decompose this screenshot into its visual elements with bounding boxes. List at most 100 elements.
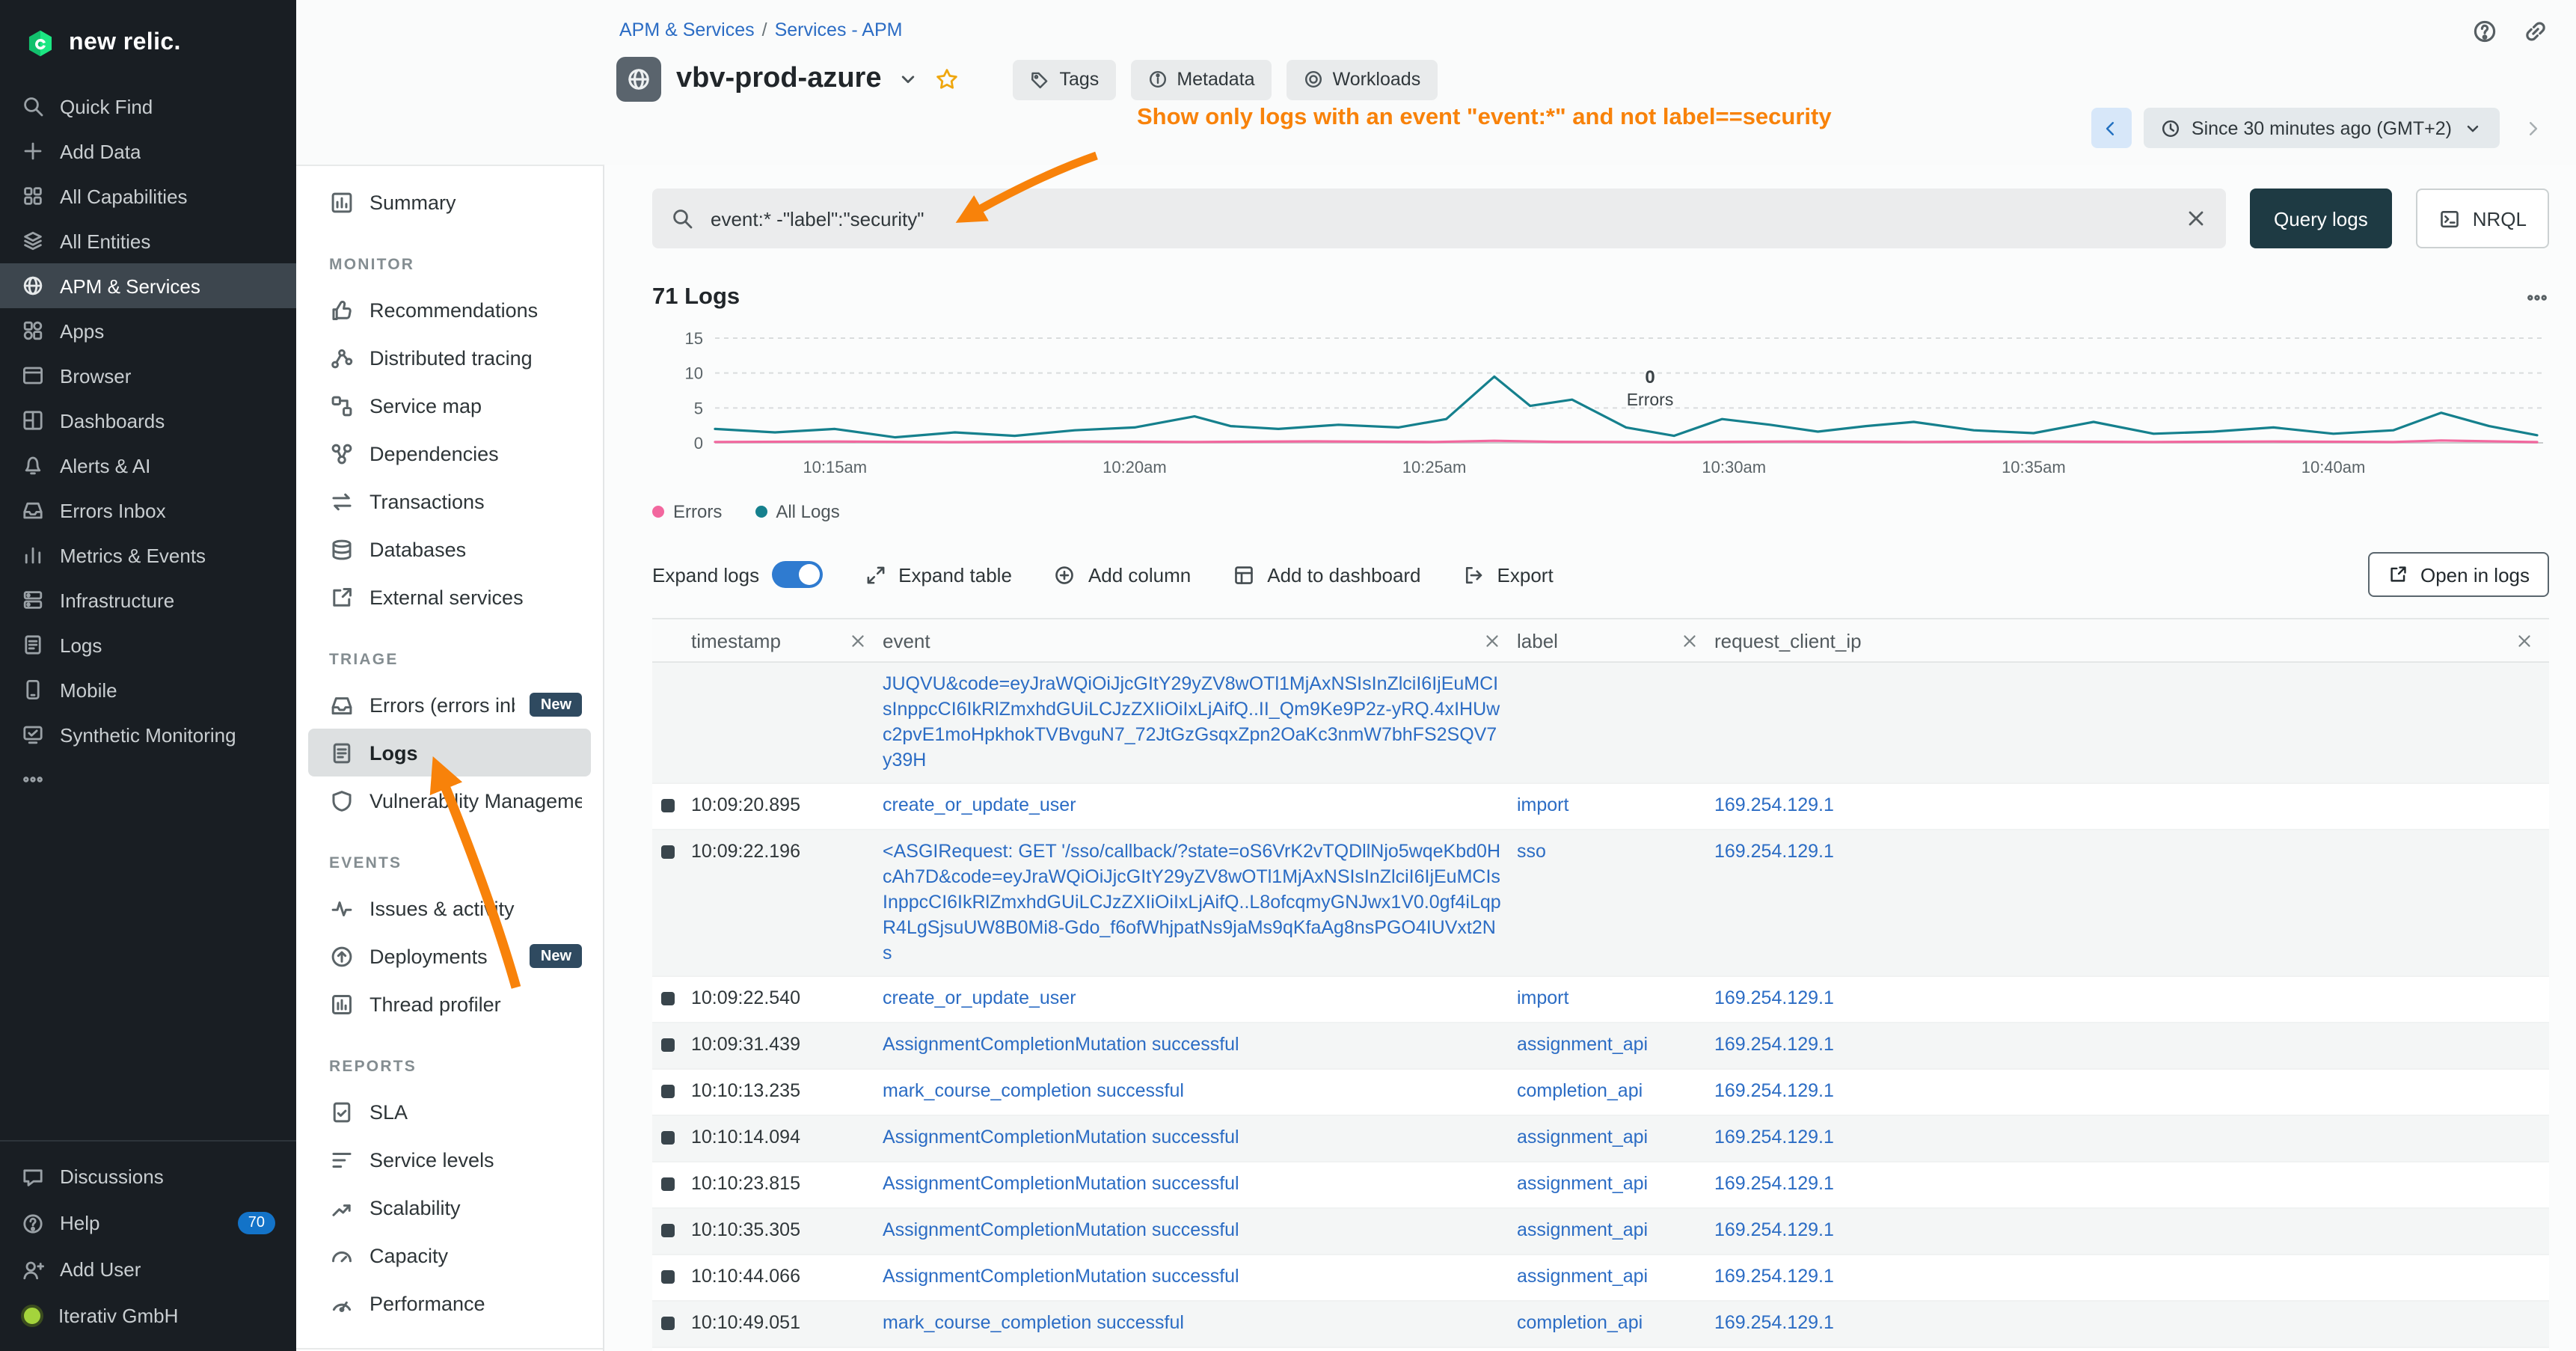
log-table-row[interactable]: 10:10:49.051mark_course_completion succe… (652, 1302, 2549, 1348)
nrql-button[interactable]: NRQL (2416, 189, 2549, 248)
log-event-link[interactable]: <ASGIRequest: GET '/sso/callback/?state=… (883, 841, 1501, 964)
log-request-client-ip-link[interactable]: 169.254.129.1 (1714, 1312, 1834, 1333)
subnav-item-service-map[interactable]: Service map (308, 382, 591, 429)
log-event-link[interactable]: AssignmentCompletionMutation successful (883, 1266, 1239, 1287)
subnav-item-dependencies[interactable]: Dependencies (308, 429, 591, 477)
log-event-link[interactable]: AssignmentCompletionMutation successful (883, 1173, 1239, 1194)
entity-dropdown-caret-icon[interactable] (897, 67, 921, 91)
help-circle-icon[interactable] (2471, 18, 2498, 45)
log-table-row[interactable]: 10:10:23.815AssignmentCompletionMutation… (652, 1162, 2549, 1209)
sidebar-item-infrastructure[interactable]: Infrastructure (0, 578, 296, 622)
log-label-link[interactable]: assignment_api (1517, 1034, 1648, 1055)
remove-column-event-icon[interactable] (1482, 631, 1502, 650)
sidebar-item-synthetic-monitoring[interactable]: Synthetic Monitoring (0, 712, 296, 757)
subnav-item-transactions[interactable]: Transactions (308, 477, 591, 525)
workloads-button[interactable]: Workloads (1287, 59, 1438, 99)
tags-button[interactable]: Tags (1013, 59, 1116, 99)
log-label-link[interactable]: assignment_api (1517, 1127, 1648, 1148)
log-label-link[interactable]: assignment_api (1517, 1266, 1648, 1287)
subnav-item-service-levels[interactable]: Service levels (308, 1136, 591, 1183)
export-button[interactable]: Export (1463, 563, 1554, 586)
expand-table-button[interactable]: Expand table (864, 563, 1012, 586)
sidebar-item-quick-find[interactable]: Quick Find (0, 84, 296, 129)
log-event-link[interactable]: create_or_update_user (883, 794, 1076, 815)
more-options-icon[interactable] (2525, 286, 2549, 310)
time-picker[interactable]: Since 30 minutes ago (GMT+2) (2144, 108, 2500, 148)
log-request-client-ip-link[interactable]: 169.254.129.1 (1714, 1219, 1834, 1240)
log-label-link[interactable]: assignment_api (1517, 1219, 1648, 1240)
remove-column-request-client-ip-icon[interactable] (2515, 631, 2534, 650)
sidebar-item-logs[interactable]: Logs (0, 622, 296, 667)
log-request-client-ip-link[interactable]: 169.254.129.1 (1714, 841, 1834, 862)
remove-column-timestamp-icon[interactable] (848, 631, 868, 650)
subnav-item-issues-activity[interactable]: Issues & activity (308, 884, 591, 932)
copy-link-icon[interactable] (2522, 18, 2549, 45)
search-input[interactable] (708, 206, 2171, 231)
sidebar-item-errors-inbox[interactable]: Errors Inbox (0, 488, 296, 533)
subnav-item-logs[interactable]: Logs (308, 729, 591, 776)
sidebar-item-all-capabilities[interactable]: All Capabilities (0, 174, 296, 218)
subnav-item-recommendations[interactable]: Recommendations (308, 286, 591, 334)
sidebar-item-help[interactable]: Help70 (0, 1200, 296, 1246)
log-table-row[interactable]: JUQVU&code=eyJraWQiOiJjcGItY29yZV8wOTl1M… (652, 663, 2549, 784)
sidebar-item-browser[interactable]: Browser (0, 353, 296, 398)
log-event-link[interactable]: AssignmentCompletionMutation successful (883, 1034, 1239, 1055)
breadcrumb-apm-services[interactable]: APM & Services (619, 19, 755, 40)
sidebar-item-add-data[interactable]: Add Data (0, 129, 296, 174)
log-table-row[interactable]: 10:10:14.094AssignmentCompletionMutation… (652, 1116, 2549, 1162)
log-label-link[interactable]: import (1517, 794, 1568, 815)
subnav-item-databases[interactable]: Databases (308, 525, 591, 573)
log-request-client-ip-link[interactable]: 169.254.129.1 (1714, 794, 1834, 815)
sidebar-item-alerts-ai[interactable]: Alerts & AI (0, 443, 296, 488)
log-event-link[interactable]: AssignmentCompletionMutation successful (883, 1127, 1239, 1148)
log-request-client-ip-link[interactable]: 169.254.129.1 (1714, 987, 1834, 1008)
clear-search-icon[interactable] (2184, 206, 2208, 230)
log-request-client-ip-link[interactable]: 169.254.129.1 (1714, 1034, 1834, 1055)
log-request-client-ip-link[interactable]: 169.254.129.1 (1714, 1266, 1834, 1287)
add-column-button[interactable]: Add column (1054, 563, 1191, 586)
log-table-row[interactable]: 10:10:35.305AssignmentCompletionMutation… (652, 1209, 2549, 1255)
sidebar-item-discussions[interactable]: Discussions (0, 1154, 296, 1200)
sidebar-item-metrics-events[interactable]: Metrics & Events (0, 533, 296, 578)
subnav-item-thread-profiler[interactable]: Thread profiler (308, 980, 591, 1028)
sidebar-item-apps[interactable]: Apps (0, 308, 296, 353)
log-label-link[interactable]: completion_api (1517, 1312, 1643, 1333)
time-back-button[interactable] (2091, 108, 2132, 148)
log-event-link[interactable]: AssignmentCompletionMutation successful (883, 1219, 1239, 1240)
log-table-row[interactable]: 10:09:22.196<ASGIRequest: GET '/sso/call… (652, 830, 2549, 977)
log-label-link[interactable]: assignment_api (1517, 1173, 1648, 1194)
log-event-link[interactable]: mark_course_completion successful (883, 1312, 1184, 1333)
log-table-row[interactable]: 10:09:31.439AssignmentCompletionMutation… (652, 1023, 2549, 1070)
sidebar-item-more[interactable] (0, 757, 296, 802)
sidebar-item-mobile[interactable]: Mobile (0, 667, 296, 712)
log-label-link[interactable]: completion_api (1517, 1080, 1643, 1101)
log-event-link[interactable]: create_or_update_user (883, 987, 1076, 1008)
new-relic-logo[interactable]: new relic. (0, 0, 296, 84)
log-label-link[interactable]: sso (1517, 841, 1546, 862)
log-request-client-ip-link[interactable]: 169.254.129.1 (1714, 1080, 1834, 1101)
log-table-row[interactable]: 10:09:22.540create_or_update_userimport1… (652, 977, 2549, 1023)
log-table-row[interactable]: 10:11:00.311AssignmentCompletionMutation… (652, 1348, 2549, 1351)
sidebar-item-all-entities[interactable]: All Entities (0, 218, 296, 263)
log-label-link[interactable]: import (1517, 987, 1568, 1008)
subnav-item-summary[interactable]: Summary (308, 178, 591, 226)
log-table-row[interactable]: 10:10:13.235mark_course_completion succe… (652, 1070, 2549, 1116)
log-event-link[interactable]: JUQVU&code=eyJraWQiOiJjcGItY29yZV8wOTl1M… (883, 673, 1500, 771)
metadata-button[interactable]: Metadata (1130, 59, 1271, 99)
log-request-client-ip-link[interactable]: 169.254.129.1 (1714, 1127, 1834, 1148)
legend-all-logs[interactable]: All Logs (755, 501, 839, 522)
subnav-item-scalability[interactable]: Scalability (308, 1183, 591, 1231)
sidebar-item-apm-services[interactable]: APM & Services (0, 263, 296, 308)
query-logs-button[interactable]: Query logs (2250, 189, 2392, 248)
sidebar-item-iterativ-gmbh[interactable]: Iterativ GmbH (0, 1293, 296, 1339)
expand-logs-toggle[interactable] (771, 561, 822, 588)
subnav-item-distributed-tracing[interactable]: Distributed tracing (308, 334, 591, 382)
log-table-row[interactable]: 10:10:44.066AssignmentCompletionMutation… (652, 1255, 2549, 1302)
favorite-star-icon[interactable] (936, 67, 960, 91)
subnav-item-errors-errors-inb[interactable]: Errors (errors inb...New (308, 681, 591, 729)
subnav-item-deployments[interactable]: DeploymentsNew (308, 932, 591, 980)
remove-column-label-icon[interactable] (1680, 631, 1699, 650)
subnav-item-capacity[interactable]: Capacity (308, 1231, 591, 1279)
sidebar-item-add-user[interactable]: Add User (0, 1246, 296, 1293)
time-forward-button[interactable] (2512, 108, 2552, 148)
